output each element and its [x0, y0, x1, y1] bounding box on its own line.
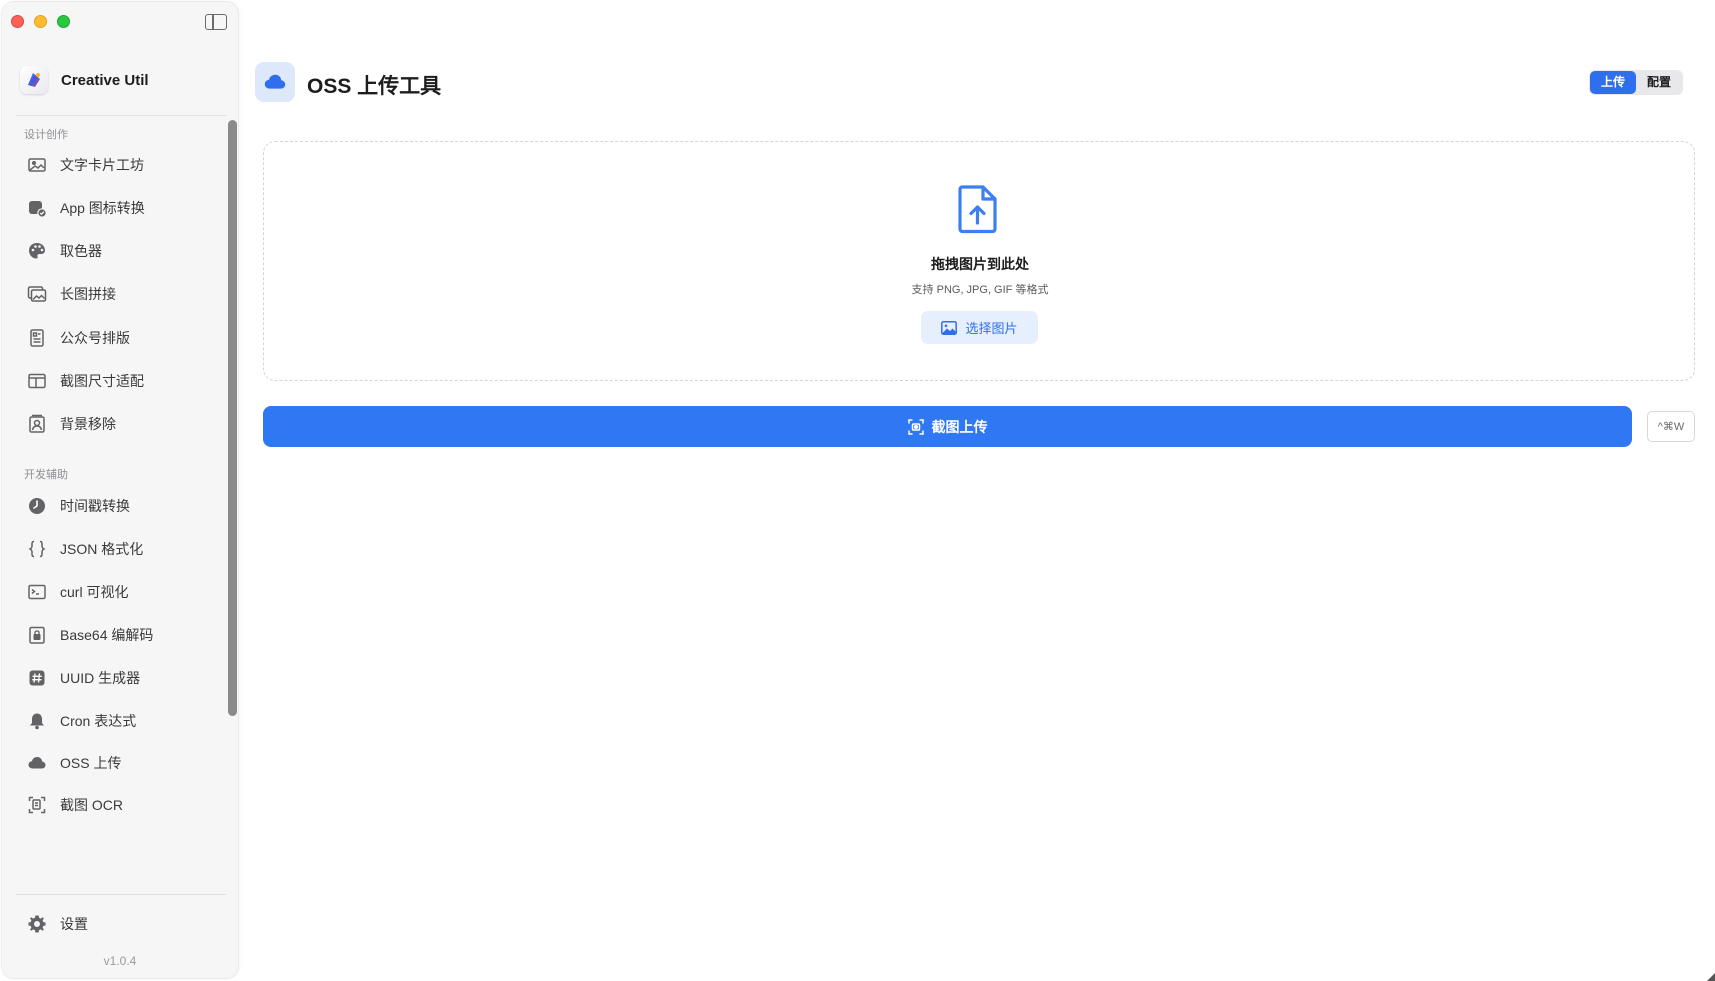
sidebar-nav: 设计创作 文字卡片工坊 App 图标转换 取色器 长图拼接 公众号排版 截图尺寸…: [2, 116, 238, 894]
sidebar: Creative Util 设计创作 文字卡片工坊 App 图标转换 取色器 长…: [2, 2, 238, 978]
file-upload-icon: [956, 183, 1000, 235]
sidebar-item-timestamp[interactable]: 时间戳转换: [16, 487, 221, 525]
app-version: v1.0.4: [103, 954, 137, 968]
sidebar-item-uuid[interactable]: UUID 生成器: [16, 659, 221, 697]
sidebar-item-label: JSON 格式化: [60, 541, 144, 557]
lock-icon: [26, 624, 48, 646]
cloud-icon: [26, 752, 48, 774]
sidebar-scrollbar-thumb[interactable]: [228, 120, 237, 716]
bell-icon: [26, 710, 48, 732]
sidebar-item-text-card[interactable]: 文字卡片工坊: [16, 146, 221, 184]
app-window: Creative Util 设计创作 文字卡片工坊 App 图标转换 取色器 长…: [0, 0, 1715, 981]
zoom-window-button[interactable]: [57, 15, 70, 28]
sidebar-item-label: Base64 编解码: [60, 627, 154, 643]
dropzone-title: 拖拽图片到此处: [931, 256, 1029, 272]
select-image-button[interactable]: 选择图片: [921, 311, 1038, 344]
screenshot-upload-label: 截图上传: [931, 418, 988, 435]
sidebar-item-label: OSS 上传: [60, 755, 122, 771]
person-cutout-icon: [26, 413, 48, 435]
close-window-button[interactable]: [11, 15, 24, 28]
image-icon: [26, 154, 48, 176]
minimize-window-button[interactable]: [34, 15, 47, 28]
sidebar-item-app-icon[interactable]: App 图标转换: [16, 189, 221, 227]
sidebar-item-label: 背景移除: [60, 416, 116, 432]
sidebar-item-base64[interactable]: Base64 编解码: [16, 616, 221, 654]
sidebar-item-label: UUID 生成器: [60, 670, 141, 686]
screenshot-scan-icon: [907, 418, 924, 435]
clock-icon: [26, 495, 48, 517]
sidebar-item-bg-removal[interactable]: 背景移除: [16, 405, 221, 443]
section-label-design: 设计创作: [24, 129, 68, 141]
sidebar-item-cron[interactable]: Cron 表达式: [16, 702, 221, 740]
sidebar-item-json[interactable]: JSON 格式化: [16, 530, 221, 568]
settings-label: 设置: [60, 916, 88, 932]
sidebar-item-settings[interactable]: 设置: [16, 906, 221, 942]
page-title: OSS 上传工具: [307, 75, 442, 98]
sidebar-item-label: 公众号排版: [60, 330, 130, 346]
sidebar-item-label: 截图 OCR: [60, 797, 123, 813]
gear-icon: [26, 913, 48, 935]
app-icon-convert-icon: [26, 197, 48, 219]
tab-upload[interactable]: 上传: [1590, 71, 1637, 94]
sidebar-item-label: 时间戳转换: [60, 498, 130, 514]
shortcut-badge[interactable]: ^⌘W: [1647, 411, 1695, 442]
sidebar-item-ocr[interactable]: 截图 OCR: [16, 786, 221, 824]
sidebar-item-label: 截图尺寸适配: [60, 373, 144, 389]
layout-frame-icon: [26, 370, 48, 392]
tab-config[interactable]: 配置: [1636, 71, 1682, 94]
divider: [16, 894, 226, 895]
sidebar-toggle-icon[interactable]: [205, 14, 227, 30]
dropzone-subtitle: 支持 PNG, JPG, GIF 等格式: [911, 284, 1049, 296]
sidebar-item-label: curl 可视化: [60, 584, 129, 600]
sidebar-item-curl[interactable]: curl 可视化: [16, 573, 221, 611]
oss-cloud-icon: [255, 62, 295, 102]
window-resize-handle[interactable]: [1707, 973, 1715, 981]
brand: Creative Util: [20, 66, 149, 94]
scan-text-icon: [26, 794, 48, 816]
window-controls: [11, 15, 70, 28]
section-label-dev: 开发辅助: [24, 469, 68, 481]
mode-segmented-control: 上传 配置: [1589, 70, 1684, 95]
braces-icon: [26, 538, 48, 560]
image-icon: [941, 320, 958, 335]
document-layout-icon: [26, 327, 48, 349]
sidebar-item-label: App 图标转换: [60, 200, 145, 216]
sidebar-item-screenshot-resize[interactable]: 截图尺寸适配: [16, 362, 221, 400]
sidebar-item-oss-upload[interactable]: OSS 上传: [16, 744, 221, 782]
screenshot-upload-button[interactable]: 截图上传: [263, 406, 1632, 447]
hash-icon: [26, 667, 48, 689]
terminal-icon: [26, 581, 48, 603]
select-image-label: 选择图片: [965, 321, 1018, 336]
sidebar-item-label: Cron 表达式: [60, 713, 137, 729]
app-logo-icon: [20, 66, 48, 94]
sidebar-item-label: 文字卡片工坊: [60, 157, 144, 173]
app-name: Creative Util: [61, 71, 149, 89]
sidebar-item-wechat-layout[interactable]: 公众号排版: [16, 319, 221, 357]
